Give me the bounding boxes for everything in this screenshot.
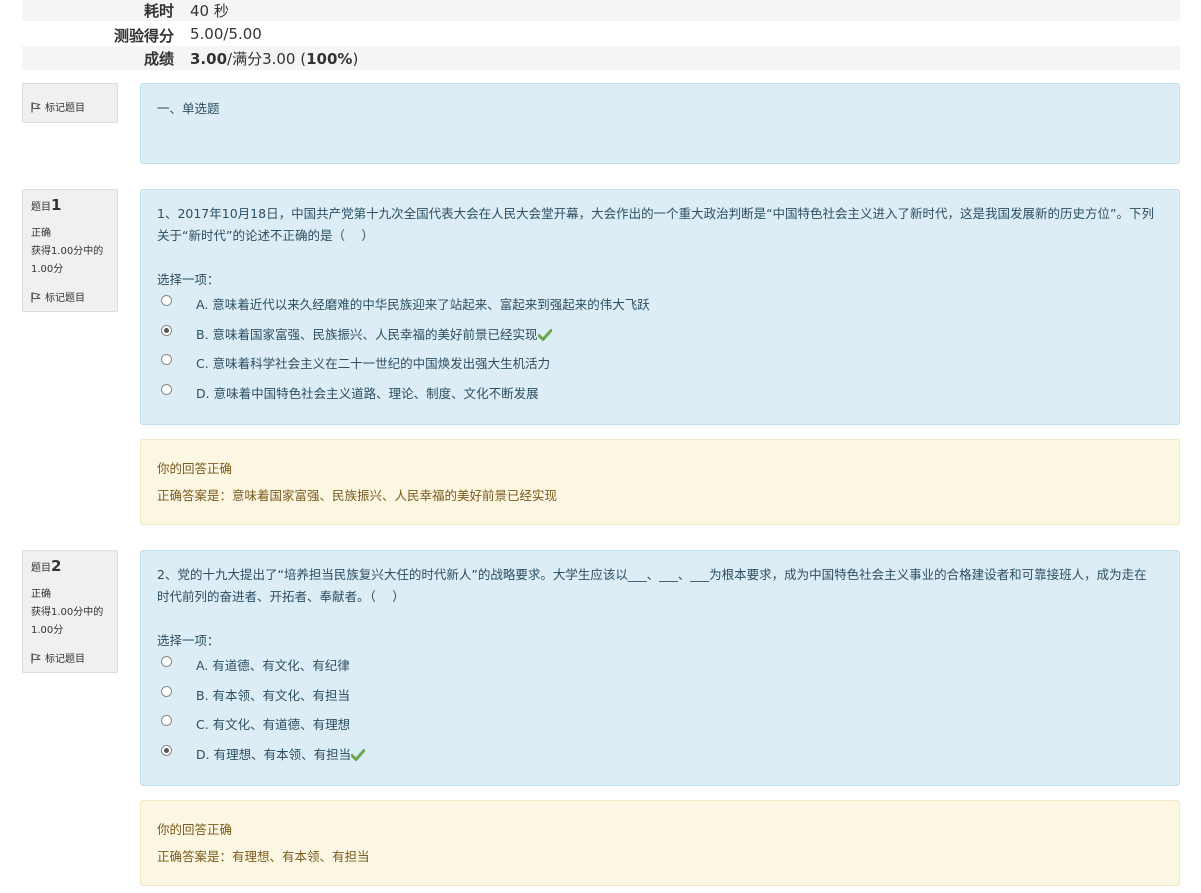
feedback-text: 你的回答正确: [157, 461, 233, 476]
grade-percent: 100%: [306, 50, 353, 68]
question-number: 题目1: [31, 196, 61, 214]
option-text: B. 意味着国家富强、民族振兴、人民幸福的美好前景已经实现: [196, 327, 538, 342]
grade-close: ): [352, 50, 359, 68]
flag-label: 标记题目: [45, 654, 85, 665]
radio-icon[interactable]: [161, 384, 172, 395]
time-value: 40 秒: [190, 2, 229, 20]
correct-answer: 正确答案是：有理想、有本领、有担当: [157, 849, 370, 864]
radio-icon[interactable]: [161, 325, 172, 336]
radio-icon[interactable]: [161, 354, 172, 365]
time-label: 耗时: [143, 2, 174, 20]
feedback-box-1: 你的回答正确 正确答案是：意味着国家富强、民族振兴、人民幸福的美好前景已经实现: [140, 439, 1180, 525]
answer-prompt: 选择一项：: [157, 272, 220, 287]
flag-icon: [31, 653, 41, 664]
option-label: A. 意味着近代以来久经磨难的中华民族迎来了站起来、富起来到强起来的伟大飞跃: [196, 297, 650, 312]
attempt-summary: 耗时 40 秒 测验得分 5.00/5.00 成绩 3.00/满分3.00 (1…: [22, 0, 1180, 70]
option-text: D. 有理想、有本领、有担当: [196, 747, 352, 762]
question-grade: 获得1.00分中的1.00分: [31, 246, 104, 275]
question-box-2: 2、党的十九大提出了“培养担当民族复兴大任的时代新人”的战略要求。大学生应该以_…: [140, 550, 1180, 786]
radio-icon[interactable]: [161, 656, 172, 667]
option-label: D. 有理想、有本领、有担当: [196, 744, 366, 763]
option-label: C. 意味着科学社会主义在二十一世纪的中国焕发出强大生机活力: [196, 356, 551, 371]
score-label: 测验得分: [113, 27, 174, 45]
summary-row-grade: 成绩 3.00/满分3.00 (100%): [22, 46, 1180, 70]
question-box-1: 1、2017年10月18日，中国共产党第十九次全国代表大会在人民大会堂开幕，大会…: [140, 189, 1180, 425]
flag-label: 标记题目: [45, 293, 85, 304]
option-label: C. 有文化、有道德、有理想: [196, 717, 351, 732]
option-label: B. 意味着国家富强、民族振兴、人民幸福的美好前景已经实现: [196, 324, 552, 343]
grade-max: /满分3.00 (: [227, 50, 307, 68]
question-status: 正确: [31, 228, 51, 239]
question-number-prefix: 题目: [31, 202, 51, 213]
question-text: 2、党的十九大提出了“培养担当民族复兴大任的时代新人”的战略要求。大学生应该以_…: [157, 567, 1147, 604]
question-info-2: 题目2 正确 获得1.00分中的1.00分 标记题目: [22, 550, 118, 673]
grade-label: 成绩: [143, 50, 174, 68]
feedback-text: 你的回答正确: [157, 822, 233, 837]
question-number: 题目2: [31, 557, 61, 575]
question-grade: 获得1.00分中的1.00分: [31, 607, 104, 636]
answer-prompt: 选择一项：: [157, 633, 220, 648]
question-number-prefix: 题目: [31, 563, 51, 574]
section-box: 一、单选题: [140, 83, 1180, 164]
summary-row-score: 测验得分 5.00/5.00: [22, 23, 1180, 46]
option-label: A. 有道德、有文化、有纪律: [196, 658, 350, 673]
radio-icon[interactable]: [161, 715, 172, 726]
flag-question-link[interactable]: 标记题目: [31, 289, 85, 304]
summary-row-time: 耗时 40 秒: [22, 0, 1180, 21]
check-icon: [537, 329, 552, 341]
radio-icon[interactable]: [161, 745, 172, 756]
question-info-1: 题目1 正确 获得1.00分中的1.00分 标记题目: [22, 189, 118, 312]
grade-value: 3.00/满分3.00 (100%): [190, 48, 358, 69]
question-number-value: 2: [51, 557, 62, 575]
section-title: 一、单选题: [157, 101, 220, 116]
option-label: D. 意味着中国特色社会主义道路、理论、制度、文化不断发展: [196, 386, 539, 401]
flag-question-link[interactable]: 标记题目: [31, 99, 85, 114]
correct-answer: 正确答案是：意味着国家富强、民族振兴、人民幸福的美好前景已经实现: [157, 488, 558, 503]
question-status: 正确: [31, 589, 51, 600]
flag-label: 标记题目: [45, 103, 85, 114]
question-number-value: 1: [51, 196, 62, 214]
flag-icon: [31, 102, 41, 113]
radio-icon[interactable]: [161, 686, 172, 697]
option-label: B. 有本领、有文化、有担当: [196, 688, 351, 703]
score-value: 5.00/5.00: [190, 25, 262, 43]
flag-question-link[interactable]: 标记题目: [31, 650, 85, 665]
question-text: 1、2017年10月18日，中国共产党第十九次全国代表大会在人民大会堂开幕，大会…: [157, 206, 1155, 243]
feedback-box-2: 你的回答正确 正确答案是：有理想、有本领、有担当: [140, 800, 1180, 886]
check-icon: [351, 749, 366, 761]
section-info: 标记题目: [22, 83, 118, 123]
radio-icon[interactable]: [161, 295, 172, 306]
flag-icon: [31, 292, 41, 303]
grade-points: 3.00: [190, 50, 228, 68]
